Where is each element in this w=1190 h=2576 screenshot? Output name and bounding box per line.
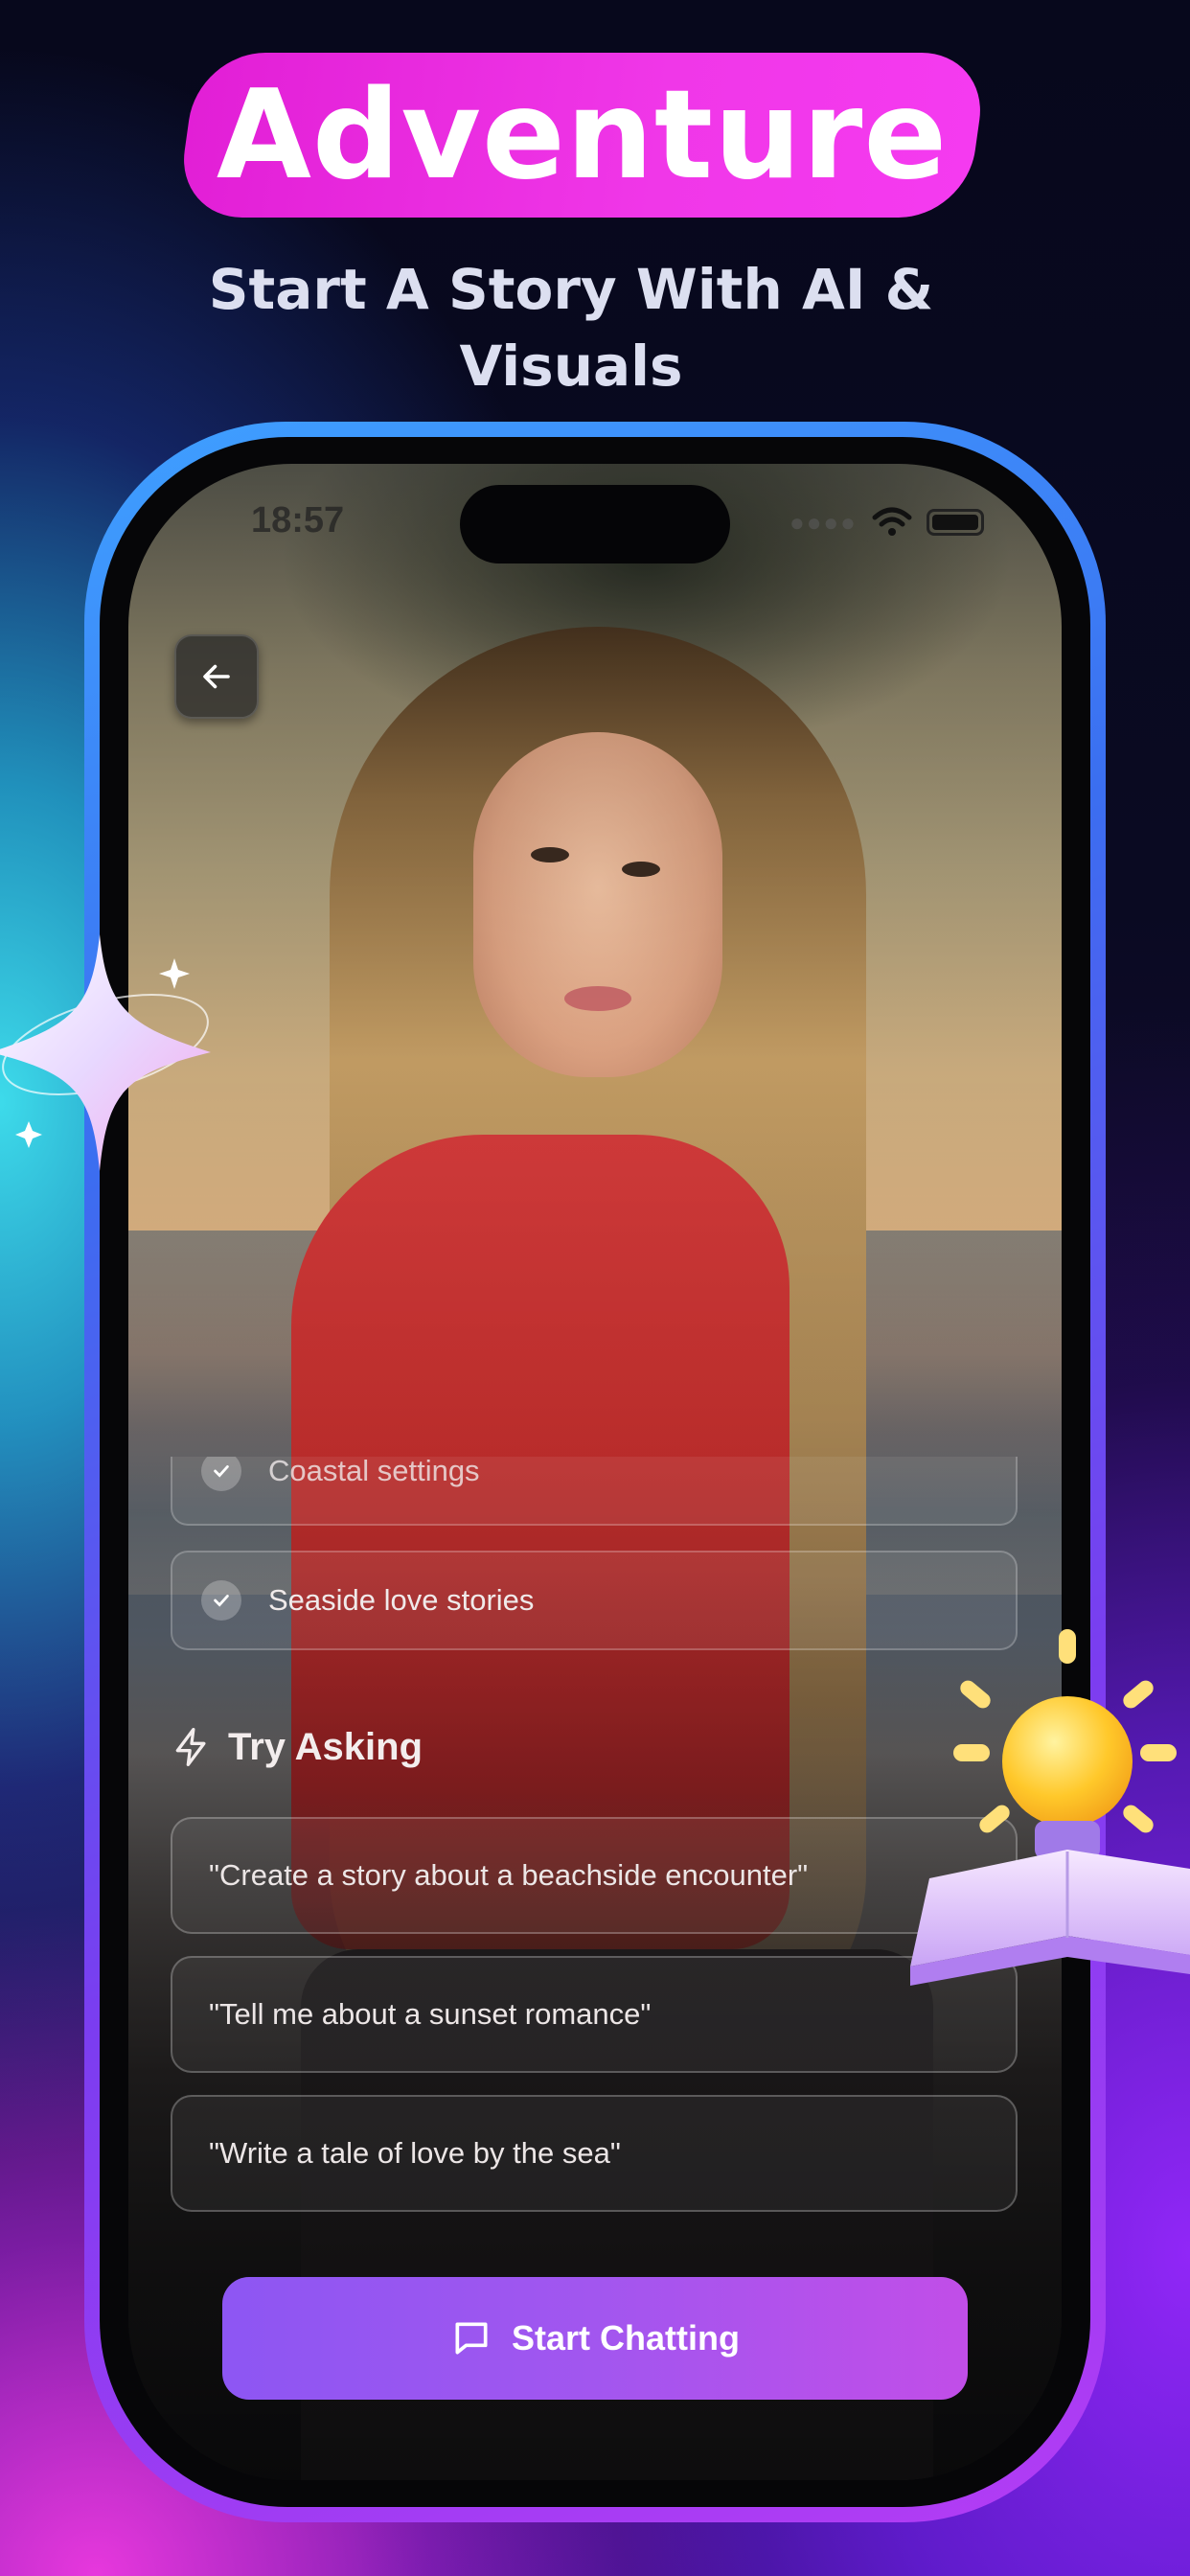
arrow-left-icon [203,664,230,689]
status-icons: ●●●● [790,506,984,539]
dynamic-island [460,485,730,564]
try-asking-title: Try Asking [228,1725,423,1768]
option-item[interactable]: Seaside love stories [171,1551,1018,1650]
suggested-prompt[interactable]: "Create a story about a beachside encoun… [171,1817,1018,1934]
suggested-prompt[interactable]: "Tell me about a sunset romance" [171,1956,1018,2073]
lightbulb-book-icon [910,1629,1190,1986]
battery-icon [926,509,984,536]
promo-headline: Adventure [216,63,949,207]
sparkle-star-icon [0,934,211,1171]
check-icon [201,1580,241,1621]
chat-bubble-icon [455,2322,488,2355]
suggested-prompt[interactable]: "Write a tale of love by the sea" [171,2095,1018,2212]
option-label: Coastal settings [268,1457,480,1487]
lightning-icon [175,1728,206,1766]
back-button[interactable] [174,634,259,719]
promo-subheadline: Start A Story With AI & Visuals [208,257,934,399]
option-item[interactable]: Coastal settings [171,1457,1018,1526]
check-icon [201,1457,241,1491]
option-label: Seaside love stories [268,1583,535,1617]
start-chatting-button[interactable]: Start Chatting [222,2277,968,2400]
try-asking-header: Try Asking [171,1725,423,1769]
wifi-icon [872,507,912,536]
start-chatting-label: Start Chatting [512,2318,740,2358]
signal-dots-icon: ●●●● [790,507,858,537]
status-time: 18:57 [251,500,345,540]
